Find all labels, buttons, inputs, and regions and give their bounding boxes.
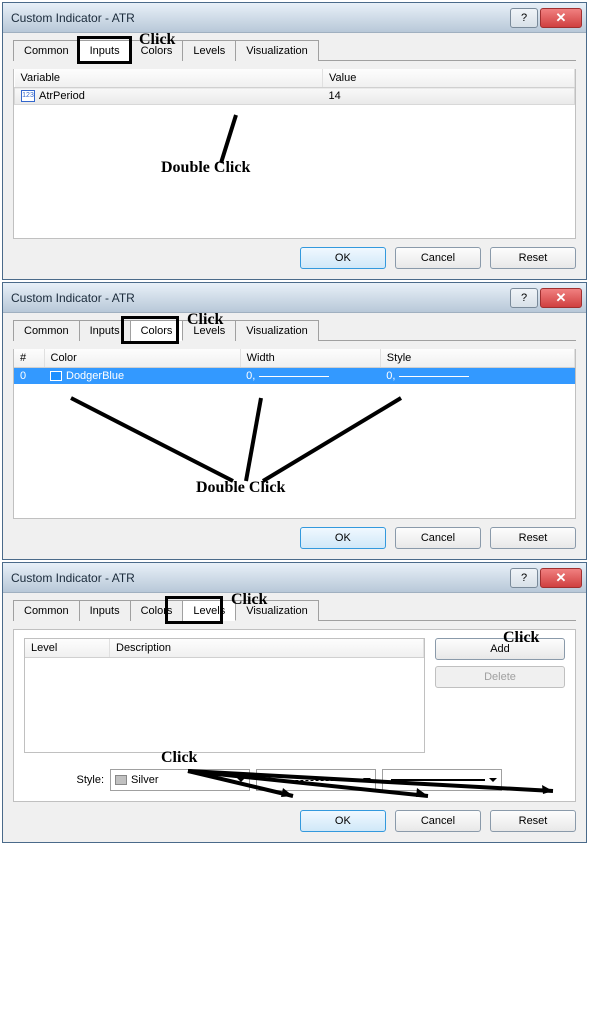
help-button[interactable]: ? bbox=[510, 288, 538, 308]
var-value[interactable]: 14 bbox=[323, 88, 575, 105]
close-button[interactable]: ✕ bbox=[540, 288, 582, 308]
titlebar: Custom Indicator - ATR ? ✕ bbox=[3, 3, 586, 33]
tab-common[interactable]: Common bbox=[13, 600, 80, 621]
tab-visualization[interactable]: Visualization bbox=[236, 600, 319, 621]
tab-inputs[interactable]: Inputs bbox=[80, 600, 131, 621]
color-name[interactable]: DodgerBlue bbox=[66, 370, 124, 382]
col-value: Value bbox=[323, 69, 575, 88]
window-title: Custom Indicator - ATR bbox=[11, 291, 510, 305]
reset-button[interactable]: Reset bbox=[490, 810, 576, 832]
style-color-combo[interactable]: Silver bbox=[110, 769, 250, 791]
col-variable: Variable bbox=[15, 69, 323, 88]
close-button[interactable]: ✕ bbox=[540, 8, 582, 28]
col-width: Width bbox=[240, 349, 380, 368]
dialog-colors: Custom Indicator - ATR ? ✕ Common Inputs… bbox=[2, 282, 587, 560]
style-width-combo[interactable] bbox=[382, 769, 502, 791]
width-val[interactable]: 0, bbox=[246, 370, 255, 382]
reset-button[interactable]: Reset bbox=[490, 247, 576, 269]
close-button[interactable]: ✕ bbox=[540, 568, 582, 588]
color-swatch bbox=[50, 371, 62, 381]
colors-table-container: # Color Width Style 0 DodgerBlue 0, 0, bbox=[13, 349, 576, 519]
tab-levels[interactable]: Levels bbox=[183, 40, 236, 61]
window-title: Custom Indicator - ATR bbox=[11, 571, 510, 585]
silver-swatch bbox=[115, 775, 127, 785]
col-level: Level bbox=[25, 639, 110, 657]
titlebar: Custom Indicator - ATR ? ✕ bbox=[3, 283, 586, 313]
tabstrip: Common Inputs Colors Levels Visualizatio… bbox=[13, 39, 576, 61]
add-button[interactable]: Add bbox=[435, 638, 565, 660]
tab-colors[interactable]: Colors bbox=[131, 320, 184, 341]
levels-container: Level Description Add Delete Style: Silv… bbox=[13, 629, 576, 802]
cancel-button[interactable]: Cancel bbox=[395, 527, 481, 549]
style-label: Style: bbox=[24, 774, 104, 786]
var-name: AtrPeriod bbox=[39, 90, 85, 102]
cancel-button[interactable]: Cancel bbox=[395, 247, 481, 269]
tabstrip: Common Inputs Colors Levels Visualizatio… bbox=[13, 599, 576, 621]
tab-common[interactable]: Common bbox=[13, 320, 80, 341]
ok-button[interactable]: OK bbox=[300, 810, 386, 832]
dialog-levels: Custom Indicator - ATR ? ✕ Common Inputs… bbox=[2, 562, 587, 843]
solid-line-preview bbox=[391, 779, 485, 781]
style-line-combo[interactable] bbox=[256, 769, 376, 791]
input-row[interactable]: 123 AtrPeriod 14 bbox=[15, 88, 575, 105]
style-preview bbox=[399, 376, 469, 377]
dashed-line-preview bbox=[265, 780, 359, 781]
tab-inputs[interactable]: Inputs bbox=[80, 320, 131, 341]
tab-levels[interactable]: Levels bbox=[183, 320, 236, 341]
tab-common[interactable]: Common bbox=[13, 40, 80, 61]
window-title: Custom Indicator - ATR bbox=[11, 11, 510, 25]
dialog-inputs: Custom Indicator - ATR ? ✕ Common Inputs… bbox=[2, 2, 587, 280]
levels-list[interactable]: Level Description bbox=[24, 638, 425, 753]
help-button[interactable]: ? bbox=[510, 8, 538, 28]
tab-inputs[interactable]: Inputs bbox=[80, 40, 131, 61]
tab-colors[interactable]: Colors bbox=[131, 40, 184, 61]
style-color-value: Silver bbox=[131, 774, 159, 786]
col-style: Style bbox=[380, 349, 574, 368]
color-row[interactable]: 0 DodgerBlue 0, 0, bbox=[14, 368, 575, 385]
ok-button[interactable]: OK bbox=[300, 527, 386, 549]
inputs-table-container: Variable Value 123 AtrPeriod 14 bbox=[13, 69, 576, 239]
tabstrip: Common Inputs Colors Levels Visualizatio… bbox=[13, 319, 576, 341]
reset-button[interactable]: Reset bbox=[490, 527, 576, 549]
numeric-icon: 123 bbox=[21, 90, 35, 102]
tab-colors[interactable]: Colors bbox=[131, 600, 184, 621]
width-preview bbox=[259, 376, 329, 377]
row-idx: 0 bbox=[14, 368, 44, 385]
tab-levels[interactable]: Levels bbox=[183, 600, 236, 621]
col-color: Color bbox=[44, 349, 240, 368]
tab-visualization[interactable]: Visualization bbox=[236, 40, 319, 61]
col-idx: # bbox=[14, 349, 44, 368]
cancel-button[interactable]: Cancel bbox=[395, 810, 481, 832]
titlebar: Custom Indicator - ATR ? ✕ bbox=[3, 563, 586, 593]
tab-visualization[interactable]: Visualization bbox=[236, 320, 319, 341]
delete-button: Delete bbox=[435, 666, 565, 688]
help-button[interactable]: ? bbox=[510, 568, 538, 588]
ok-button[interactable]: OK bbox=[300, 247, 386, 269]
style-val[interactable]: 0, bbox=[386, 370, 395, 382]
col-desc: Description bbox=[110, 639, 424, 657]
